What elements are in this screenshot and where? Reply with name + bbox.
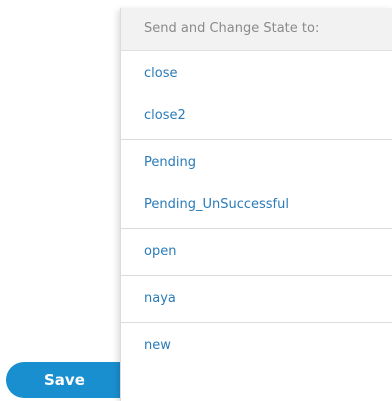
menu-group-close: close close2 bbox=[121, 51, 392, 140]
menu-group-open: open bbox=[121, 229, 392, 276]
menu-header: Send and Change State to: bbox=[121, 8, 392, 51]
menu-group-new: new bbox=[121, 323, 392, 369]
change-state-menu: Send and Change State to: close close2 P… bbox=[120, 8, 392, 401]
menu-item-open[interactable]: open bbox=[121, 231, 392, 273]
menu-item-close2[interactable]: close2 bbox=[121, 95, 392, 137]
menu-item-pending-unsuccessful[interactable]: Pending_UnSuccessful bbox=[121, 184, 392, 226]
menu-item-naya[interactable]: naya bbox=[121, 278, 392, 320]
menu-group-naya: naya bbox=[121, 276, 392, 323]
menu-item-new[interactable]: new bbox=[121, 325, 392, 367]
menu-group-pending: Pending Pending_UnSuccessful bbox=[121, 140, 392, 229]
menu-item-close[interactable]: close bbox=[121, 53, 392, 95]
stage: Save Send and Change State to: close clo… bbox=[0, 0, 392, 401]
menu-item-pending[interactable]: Pending bbox=[121, 142, 392, 184]
